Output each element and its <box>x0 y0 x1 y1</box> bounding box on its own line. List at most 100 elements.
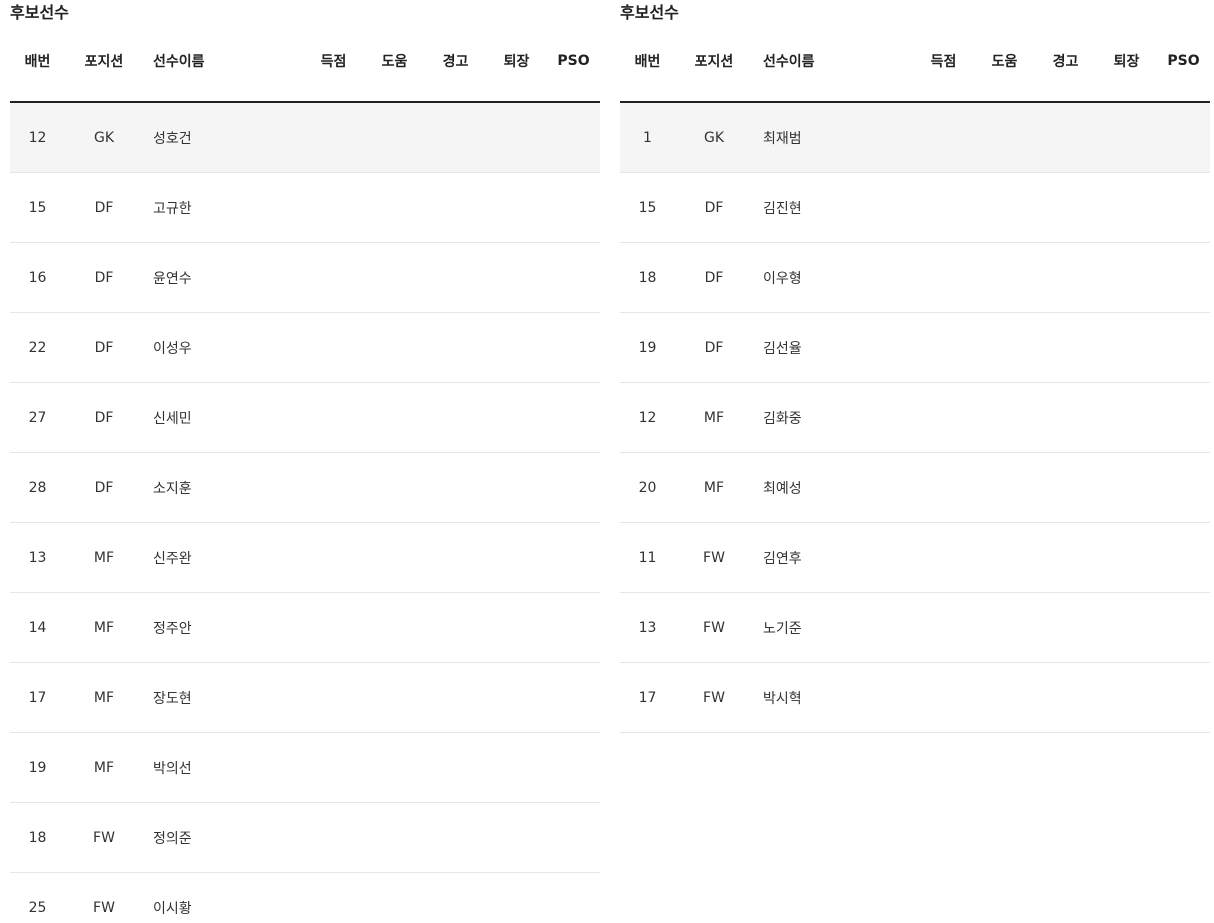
cell-goals <box>303 872 364 923</box>
table-row: 11 FW 김연후 <box>620 522 1210 593</box>
cell-position: DF <box>675 312 753 383</box>
header-number: 배번 <box>620 28 675 103</box>
cell-pso <box>547 802 600 873</box>
cell-assists <box>974 102 1035 173</box>
cell-position: DF <box>65 452 143 523</box>
table-row: 28 DF 소지훈 <box>10 452 600 523</box>
cell-goals <box>303 522 364 593</box>
cell-name: 노기준 <box>753 592 913 663</box>
cell-sendoffs <box>1096 592 1157 663</box>
table-row: 18 FW 정의준 <box>10 802 600 873</box>
cell-name: 이성우 <box>143 312 303 383</box>
cell-pso <box>547 312 600 383</box>
cell-goals <box>303 802 364 873</box>
cell-name: 김진현 <box>753 172 913 243</box>
cell-name: 이시황 <box>143 872 303 923</box>
header-position: 포지션 <box>675 28 753 103</box>
cell-pso <box>547 522 600 593</box>
cell-pso <box>1157 522 1210 593</box>
cell-position: DF <box>65 382 143 453</box>
cell-position: MF <box>65 522 143 593</box>
cell-number: 13 <box>10 522 65 593</box>
cell-goals <box>303 662 364 733</box>
header-assists: 도움 <box>364 28 425 103</box>
table-body: 1 GK 최재범 15 DF 김진현 18 DF 이우형 19 DF 김선율 12 MF 김화중 20 MF 최예… <box>620 102 1210 733</box>
cell-goals <box>913 452 974 523</box>
table-header-row: 배번 포지션 선수이름 득점 도움 경고 퇴장 PSO <box>620 28 1210 103</box>
table-header-row: 배번 포지션 선수이름 득점 도움 경고 퇴장 PSO <box>10 28 600 103</box>
cell-name: 김화중 <box>753 382 913 453</box>
cell-position: MF <box>65 732 143 803</box>
cell-number: 22 <box>10 312 65 383</box>
cell-goals <box>303 592 364 663</box>
table-row: 12 GK 성호건 <box>10 102 600 173</box>
cell-sendoffs <box>486 382 547 453</box>
cell-name: 최재범 <box>753 102 913 173</box>
cell-pso <box>1157 382 1210 453</box>
cell-warnings <box>1035 312 1096 383</box>
cell-number: 12 <box>620 382 675 453</box>
cell-sendoffs <box>1096 242 1157 313</box>
cell-name: 장도현 <box>143 662 303 733</box>
table-row: 25 FW 이시황 <box>10 872 600 923</box>
cell-number: 19 <box>620 312 675 383</box>
header-pso: PSO <box>1157 28 1210 103</box>
cell-assists <box>364 172 425 243</box>
header-sendoffs: 퇴장 <box>1096 28 1157 103</box>
cell-pso <box>1157 172 1210 243</box>
cell-number: 18 <box>620 242 675 313</box>
cell-name: 고규한 <box>143 172 303 243</box>
table-row: 13 MF 신주완 <box>10 522 600 593</box>
table-row: 17 FW 박시혁 <box>620 662 1210 733</box>
cell-number: 11 <box>620 522 675 593</box>
cell-warnings <box>1035 382 1096 453</box>
cell-goals <box>303 172 364 243</box>
cell-position: FW <box>65 802 143 873</box>
cell-pso <box>1157 312 1210 383</box>
cell-warnings <box>425 172 486 243</box>
cell-position: GK <box>65 102 143 173</box>
cell-sendoffs <box>1096 102 1157 173</box>
cell-name: 김선율 <box>753 312 913 383</box>
cell-assists <box>364 592 425 663</box>
cell-name: 정의준 <box>143 802 303 873</box>
cell-goals <box>913 382 974 453</box>
cell-sendoffs <box>486 802 547 873</box>
cell-goals <box>303 102 364 173</box>
cell-number: 16 <box>10 242 65 313</box>
cell-sendoffs <box>1096 172 1157 243</box>
cell-warnings <box>425 662 486 733</box>
cell-position: DF <box>65 242 143 313</box>
cell-pso <box>547 102 600 173</box>
cell-goals <box>913 522 974 593</box>
cell-position: DF <box>675 242 753 313</box>
header-assists: 도움 <box>974 28 1035 103</box>
cell-pso <box>1157 592 1210 663</box>
cell-warnings <box>1035 452 1096 523</box>
cell-pso <box>547 872 600 923</box>
cell-number: 12 <box>10 102 65 173</box>
table-row: 13 FW 노기준 <box>620 592 1210 663</box>
substitutes-table: 배번 포지션 선수이름 득점 도움 경고 퇴장 PSO 12 GK 성호건 15 DF 고… <box>10 28 600 923</box>
header-name: 선수이름 <box>753 28 913 103</box>
cell-number: 25 <box>10 872 65 923</box>
cell-sendoffs <box>486 452 547 523</box>
cell-assists <box>974 312 1035 383</box>
cell-name: 김연후 <box>753 522 913 593</box>
cell-warnings <box>425 592 486 663</box>
cell-assists <box>974 522 1035 593</box>
cell-sendoffs <box>1096 382 1157 453</box>
cell-number: 17 <box>10 662 65 733</box>
cell-name: 신세민 <box>143 382 303 453</box>
cell-assists <box>974 382 1035 453</box>
cell-position: MF <box>675 382 753 453</box>
cell-number: 28 <box>10 452 65 523</box>
cell-assists <box>364 382 425 453</box>
cell-goals <box>913 312 974 383</box>
cell-position: FW <box>675 522 753 593</box>
cell-goals <box>913 662 974 733</box>
section-title: 후보선수 <box>620 3 679 22</box>
cell-name: 박의선 <box>143 732 303 803</box>
table-row: 1 GK 최재범 <box>620 102 1210 173</box>
cell-assists <box>974 242 1035 313</box>
